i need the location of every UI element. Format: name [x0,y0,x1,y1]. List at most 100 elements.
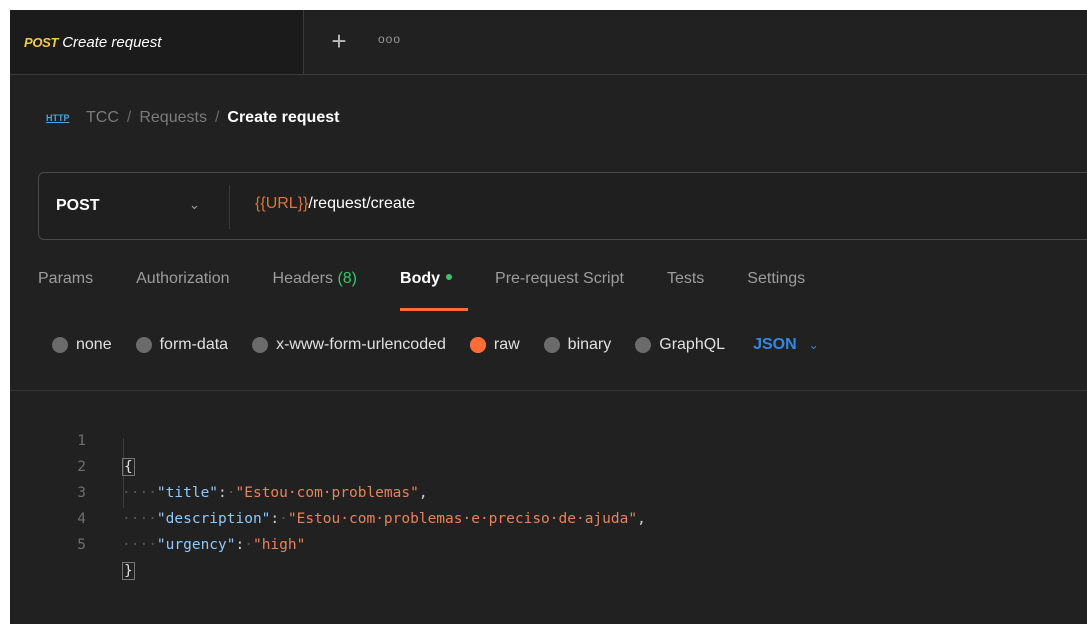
json-colon: : [235,537,245,553]
json-key: "title" [156,485,219,501]
radio-form-data[interactable]: form-data [135,336,229,354]
method-dropdown[interactable]: POST ⌄ [39,173,229,239]
tab-authorization-label: Authorization [136,270,230,287]
code-line: 5 } [10,506,135,580]
tab-body-label: Body [400,270,441,287]
close-brace: } [122,562,135,580]
json-key: "description" [156,511,271,527]
code-line: 2 ····"title":·"Estou·com·problemas", [10,428,427,501]
code-content: ····"title":·"Estou·com·problemas", [122,480,428,506]
tab-params-label: Params [38,270,94,287]
url-divider [229,185,230,229]
new-tab-plus-icon[interactable]: + [326,28,352,54]
url-bar: POST ⌄ {{URL}}/request/create [38,172,1087,240]
json-key: "urgency" [156,537,236,553]
chevron-down-icon: ⌄ [808,338,819,352]
json-colon: : [218,485,227,501]
method-label: POST [56,197,100,214]
radio-binary-label: binary [567,336,612,353]
radio-urlencoded[interactable]: x-www-form-urlencoded [252,336,446,354]
code-content: ····"description":·"Estou·com·problemas·… [122,506,646,532]
code-content: } [122,558,135,584]
json-trail: , [637,511,646,527]
active-tab-underline [400,308,469,311]
space-dot: · [244,537,253,553]
tab-bar: POST Create request + ooo [10,10,1087,75]
line-number: 1 [77,433,86,449]
tab-body[interactable]: Body [400,268,469,311]
tab-method-label: POST [24,34,59,50]
radio-graphql-label: GraphQL [659,336,726,353]
radio-circle-selected [469,337,486,353]
breadcrumb-item-requests[interactable]: Requests [139,109,207,127]
more-options-icon[interactable]: ooo [378,32,401,46]
radio-circle [252,337,269,353]
radio-graphql[interactable]: GraphQL [635,336,725,354]
code-line: 1 { [10,402,135,476]
json-value: "high" [252,537,306,553]
request-tab[interactable]: POST Create request [10,10,304,74]
breadcrumb-item-tcc[interactable]: TCC [86,109,119,127]
http-icon: HTTP [46,113,70,123]
breadcrumb-separator: / [126,109,132,126]
postman-window: POST Create request + ooo HTTP TCC / Req… [10,10,1087,624]
radio-circle [543,337,560,353]
indent-dots: ···· [122,511,157,527]
editor-divider [10,390,1087,391]
request-tabs: Params Authorization Headers (8) Body Pr… [38,268,1087,312]
radio-binary[interactable]: binary [543,336,612,354]
body-status-dot [446,273,453,280]
tab-title: Create request [62,33,162,51]
json-value: "Estou·com·problemas" [235,485,419,501]
tab-settings[interactable]: Settings [747,268,805,288]
code-editor[interactable]: 1 { 2 ····"title":·"Estou·com·problemas"… [10,398,1087,618]
chevron-down-icon: ⌄ [189,197,200,212]
url-input[interactable]: {{URL}}/request/create [255,195,415,213]
breadcrumb-separator: / [214,109,220,126]
body-type-options: none form-data x-www-form-urlencoded raw… [52,330,1087,360]
code-line: 4 ····"urgency":·"high" [10,480,305,553]
open-brace: { [122,458,135,476]
radio-raw[interactable]: raw [469,336,520,354]
radio-urlencoded-label: x-www-form-urlencoded [276,336,446,353]
tab-prerequest-label: Pre-request Script [495,270,624,287]
tab-headers-label: Headers [272,270,333,287]
radio-raw-label: raw [493,336,520,353]
line-number: 5 [77,537,86,553]
breadcrumb: HTTP TCC / Requests / Create request [46,106,339,130]
json-colon: : [270,511,280,527]
line-number: 3 [77,485,86,501]
tab-settings-label: Settings [747,270,806,287]
space-dot: · [226,485,236,501]
url-var-close: }} [297,195,309,212]
line-number: 2 [77,459,86,475]
radio-none-label: none [76,336,112,353]
tab-tests-label: Tests [666,270,705,287]
radio-form-data-label: form-data [159,336,229,353]
tab-tests[interactable]: Tests [667,268,704,288]
tab-authorization[interactable]: Authorization [136,268,229,288]
radio-none[interactable]: none [52,336,112,354]
format-dropdown[interactable]: JSON ⌄ [753,336,819,354]
code-content: ····"urgency":·"high" [122,532,305,558]
tab-params[interactable]: Params [38,268,93,288]
code-line: 3 ····"description":·"Estou·com·problema… [10,454,646,527]
tab-prerequest-script[interactable]: Pre-request Script [495,268,624,288]
url-variable: URL [265,195,298,212]
tab-headers[interactable]: Headers (8) [273,268,358,288]
json-value: "Estou·com·problemas·e·preciso·de·ajuda" [287,511,638,527]
json-trail: , [418,485,428,501]
url-path: /request/create [308,195,416,212]
code-content: { [122,454,135,480]
radio-circle [52,337,68,353]
radio-circle [635,337,652,353]
space-dot: · [279,511,288,527]
headers-count-badge: (8) [337,270,358,287]
indent-dots: ···· [122,485,157,501]
indent-dots: ···· [122,537,157,553]
line-number: 4 [77,511,86,527]
radio-circle [135,337,152,353]
url-var-open: {{ [255,195,266,212]
format-label: JSON [753,336,797,353]
breadcrumb-current[interactable]: Create request [227,109,339,127]
